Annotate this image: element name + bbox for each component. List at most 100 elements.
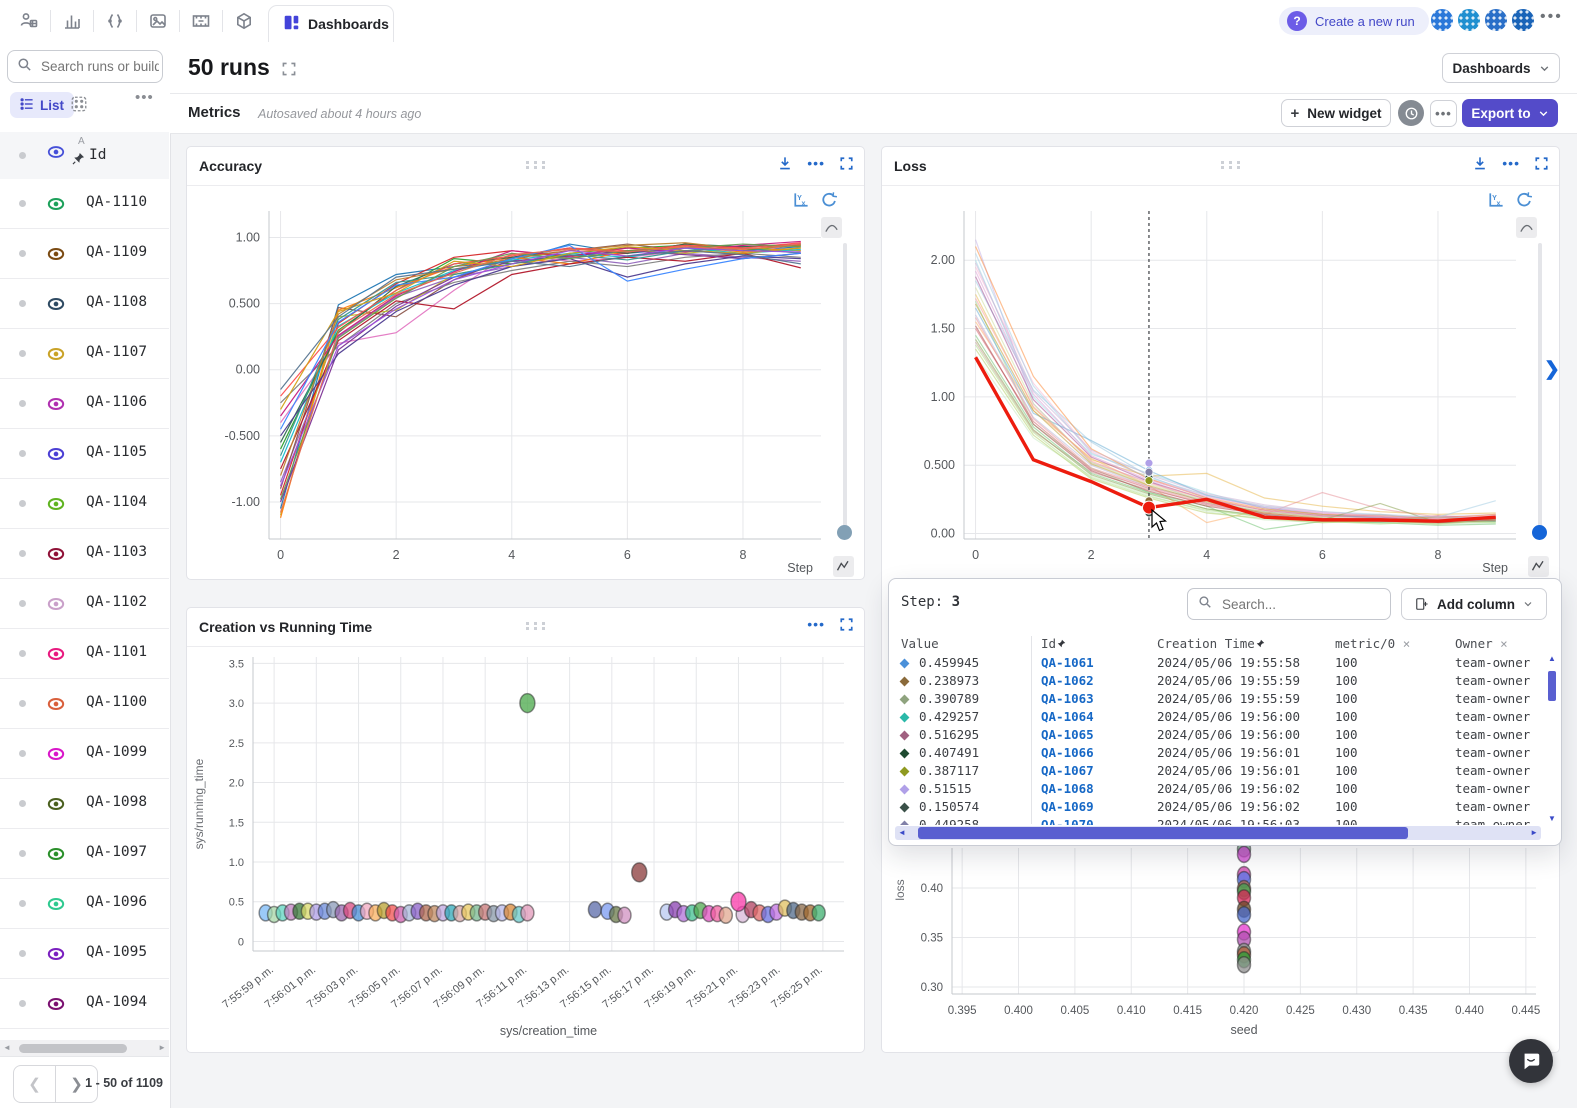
col-owner[interactable]: Owner ×: [1455, 636, 1537, 651]
cell-run-id[interactable]: QA-1070: [1041, 817, 1094, 825]
popup-table-row[interactable]: 0.387117QA-10672024/05/06 19:56:01100tea…: [889, 763, 1539, 781]
artifacts-icon[interactable]: [223, 0, 265, 42]
expand-icon[interactable]: [1534, 156, 1549, 171]
tab-dashboards[interactable]: Dashboards: [268, 5, 394, 42]
new-widget-button[interactable]: + New widget: [1281, 99, 1391, 127]
avatar[interactable]: [1429, 7, 1455, 33]
popup-search[interactable]: [1187, 588, 1391, 620]
cell-run-id[interactable]: QA-1064: [1041, 709, 1094, 724]
popup-table-row[interactable]: 0.449258QA-10702024/05/06 19:56:03100tea…: [889, 817, 1539, 825]
loss-chart[interactable]: 024682.001.501.000.5000.00Step: [882, 185, 1561, 581]
sidebar-search-input[interactable]: [39, 58, 161, 75]
run-eye-icon[interactable]: [47, 797, 65, 816]
sidebar-more-icon[interactable]: •••: [135, 89, 154, 106]
run-row[interactable]: QA-1104: [0, 479, 169, 529]
expand-icon[interactable]: [839, 156, 854, 171]
hscroll-thumb[interactable]: [19, 1044, 127, 1053]
popup-table-row[interactable]: 0.407491QA-10662024/05/06 19:56:01100tea…: [889, 745, 1539, 763]
run-eye-icon[interactable]: [47, 597, 65, 616]
run-row[interactable]: QA-1102: [0, 579, 169, 629]
grid-view-icon[interactable]: [70, 95, 88, 118]
run-eye-icon[interactable]: [47, 397, 65, 416]
hscroll-right-arrow[interactable]: ►: [1530, 829, 1538, 837]
run-eye-icon[interactable]: [47, 347, 65, 366]
run-row[interactable]: QA-1106: [0, 379, 169, 429]
hscroll-thumb[interactable]: [918, 827, 1408, 839]
run-id-label[interactable]: QA-1105: [86, 444, 147, 460]
run-id-label[interactable]: QA-1102: [86, 594, 147, 610]
cell-run-id[interactable]: QA-1062: [1041, 673, 1094, 688]
run-id-label[interactable]: QA-1101: [86, 644, 147, 660]
popup-table-row[interactable]: 0.459945QA-10612024/05/06 19:55:58100tea…: [889, 655, 1539, 673]
popup-table-row[interactable]: 0.429257QA-10642024/05/06 19:56:00100tea…: [889, 709, 1539, 727]
compare-icon[interactable]: [94, 0, 136, 42]
run-row[interactable]: QA-1101: [0, 629, 169, 679]
creation-chart[interactable]: 7:55:59 p.m.7:56:01 p.m.7:56:03 p.m.7:56…: [187, 646, 866, 1054]
eye-column-icon[interactable]: [47, 145, 65, 164]
id-column-header[interactable]: Id: [89, 147, 106, 163]
dashboards-select[interactable]: Dashboards: [1442, 53, 1560, 83]
run-row[interactable]: QA-1096: [0, 879, 169, 929]
run-id-label[interactable]: QA-1097: [86, 844, 147, 860]
avatar[interactable]: [1483, 7, 1509, 33]
images-icon[interactable]: [137, 0, 179, 42]
cell-run-id[interactable]: QA-1069: [1041, 799, 1094, 814]
run-eye-icon[interactable]: [47, 997, 65, 1016]
run-row[interactable]: QA-1099: [0, 729, 169, 779]
avatar-group[interactable]: [1428, 7, 1536, 33]
run-eye-icon[interactable]: [47, 247, 65, 266]
vscroll-up-arrow[interactable]: ▲: [1548, 655, 1556, 663]
accuracy-chart[interactable]: 024681.000.5000.00-0.500-1.00Step: [187, 185, 866, 581]
creation-header[interactable]: Creation vs Running Time •••: [187, 608, 864, 647]
drag-handle-icon[interactable]: [526, 161, 548, 169]
loss-header[interactable]: Loss •••: [882, 147, 1559, 186]
run-id-label[interactable]: QA-1099: [86, 744, 147, 760]
col-creation-time[interactable]: Creation Time: [1157, 636, 1265, 651]
run-row[interactable]: QA-1107: [0, 329, 169, 379]
cell-run-id[interactable]: QA-1063: [1041, 691, 1094, 706]
widget-more-icon[interactable]: •••: [807, 616, 825, 632]
history-clock-button[interactable]: [1398, 100, 1424, 126]
popup-table-row[interactable]: 0.390789QA-10632024/05/06 19:55:59100tea…: [889, 691, 1539, 709]
create-new-run-button[interactable]: ? Create a new run: [1279, 7, 1429, 35]
run-eye-icon[interactable]: [47, 897, 65, 916]
topbar-more-icon[interactable]: •••: [1540, 8, 1563, 26]
widget-more-icon[interactable]: •••: [807, 155, 825, 171]
run-id-label[interactable]: QA-1100: [86, 694, 147, 710]
col-id[interactable]: Id: [1041, 636, 1066, 651]
popup-table-row[interactable]: 0.516295QA-10652024/05/06 19:56:00100tea…: [889, 727, 1539, 745]
cell-run-id[interactable]: QA-1067: [1041, 763, 1094, 778]
accuracy-header[interactable]: Accuracy •••: [187, 147, 864, 186]
title-expand-icon[interactable]: [281, 61, 297, 82]
view-toggle-list[interactable]: List: [10, 92, 74, 118]
run-eye-icon[interactable]: [47, 497, 65, 516]
hscroll-left-arrow[interactable]: ◄: [3, 1044, 11, 1052]
hscroll-left-arrow[interactable]: ◄: [898, 829, 906, 837]
vscroll-thumb[interactable]: [1548, 671, 1556, 701]
col-metric[interactable]: metric/0 ×: [1335, 636, 1410, 651]
drag-handle-icon[interactable]: [1221, 161, 1243, 169]
run-eye-icon[interactable]: [47, 697, 65, 716]
run-row[interactable]: QA-1100: [0, 679, 169, 729]
widget-more-icon[interactable]: •••: [1502, 155, 1520, 171]
metrics-more-button[interactable]: •••: [1430, 100, 1457, 127]
sidebar-search[interactable]: [7, 50, 163, 83]
cell-run-id[interactable]: QA-1061: [1041, 655, 1094, 670]
cell-run-id[interactable]: QA-1068: [1041, 781, 1094, 796]
run-eye-icon[interactable]: [47, 297, 65, 316]
run-eye-icon[interactable]: [47, 647, 65, 666]
run-id-label[interactable]: QA-1095: [86, 944, 147, 960]
run-id-label[interactable]: QA-1104: [86, 494, 147, 510]
run-id-label[interactable]: QA-1106: [86, 394, 147, 410]
charts-icon[interactable]: [51, 0, 93, 42]
run-row[interactable]: QA-1094: [0, 979, 169, 1029]
runs-table-header[interactable]: A Id: [0, 132, 169, 180]
run-id-label[interactable]: QA-1107: [86, 344, 147, 360]
run-id-label[interactable]: QA-1108: [86, 294, 147, 310]
run-id-label[interactable]: QA-1103: [86, 544, 147, 560]
run-id-label[interactable]: QA-1096: [86, 894, 147, 910]
monitoring-icon[interactable]: [180, 0, 222, 42]
run-id-label[interactable]: QA-1110: [86, 194, 147, 210]
run-row[interactable]: QA-1097: [0, 829, 169, 879]
expand-panel-chevron[interactable]: ❯: [1544, 358, 1560, 381]
